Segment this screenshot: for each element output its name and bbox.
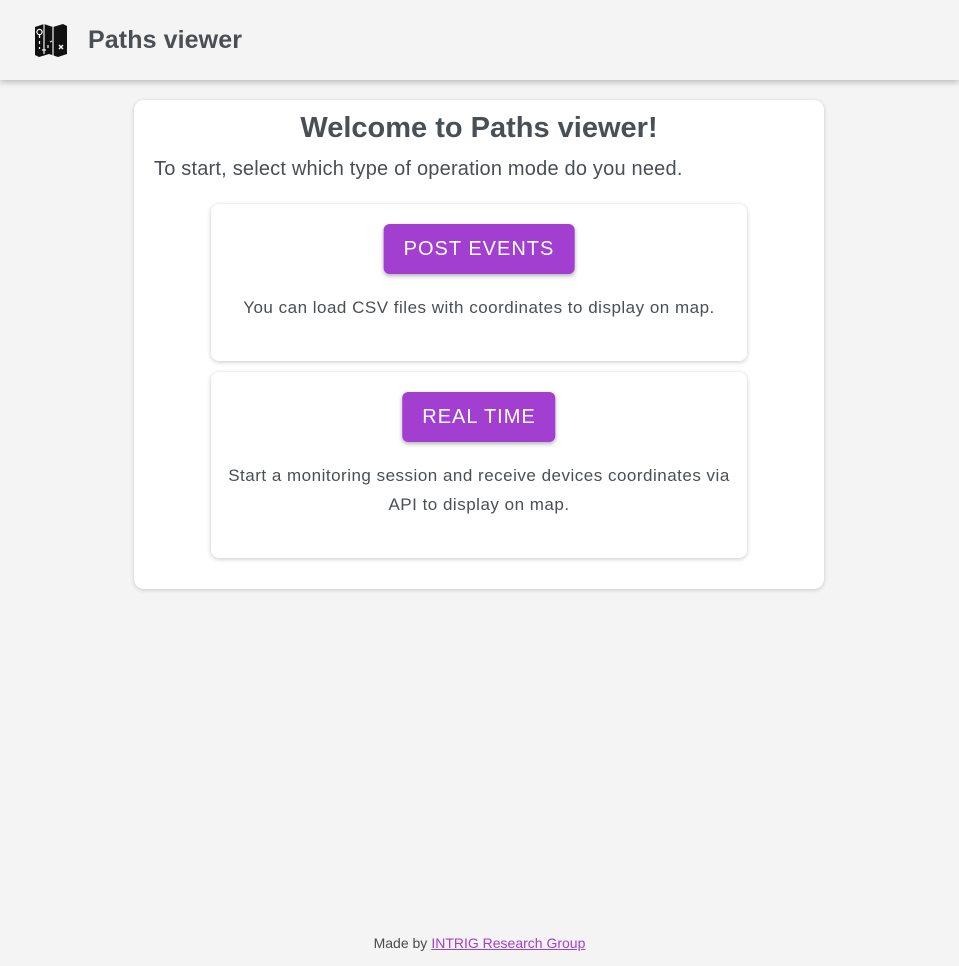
map-icon	[32, 22, 70, 58]
page-title: Welcome to Paths viewer!	[300, 112, 658, 144]
real-time-button[interactable]: REAL TIME	[402, 392, 556, 442]
intro-text: To start, select which type of operation…	[154, 158, 683, 180]
app-header: Paths viewer	[0, 0, 959, 80]
app-title: Paths viewer	[88, 25, 243, 54]
made-by-text: Made by	[373, 935, 428, 951]
post-events-card: POST EVENTS You can load CSV files with …	[211, 204, 747, 361]
post-events-button[interactable]: POST EVENTS	[383, 224, 575, 274]
intrig-link[interactable]: INTRIG Research Group	[431, 935, 585, 951]
post-events-description: You can load CSV files with coordinates …	[243, 298, 715, 317]
footer: Made by INTRIG Research Group	[0, 935, 959, 951]
real-time-card: REAL TIME Start a monitoring session and…	[211, 372, 747, 558]
real-time-description: Start a monitoring session and receive d…	[228, 466, 730, 514]
welcome-card: Welcome to Paths viewer! To start, selec…	[134, 100, 824, 589]
